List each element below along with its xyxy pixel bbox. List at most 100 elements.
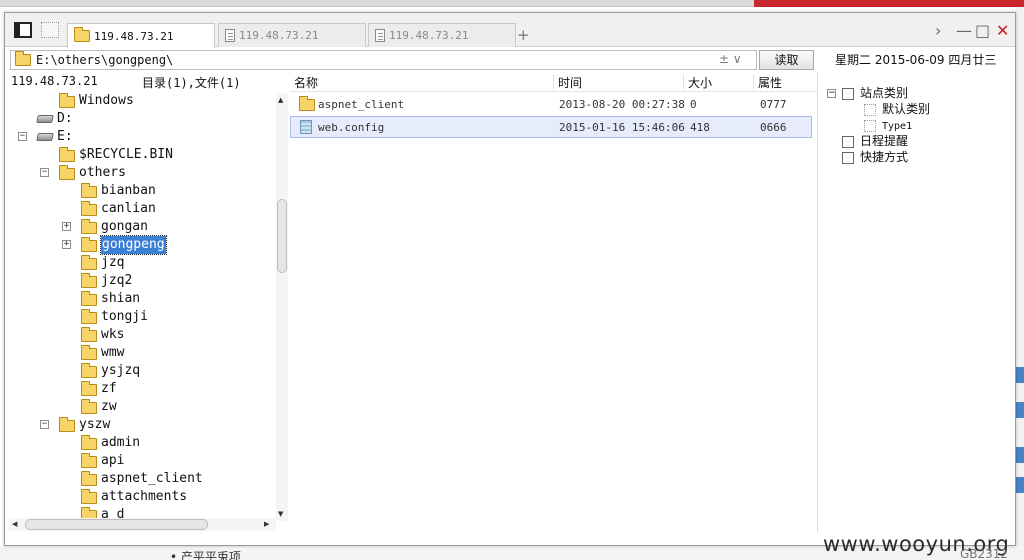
tree-item-label: admin: [101, 435, 141, 450]
tree-item-label: gongpeng: [100, 235, 167, 255]
folder-icon: [81, 237, 97, 252]
host-label: 119.48.73.21: [11, 74, 98, 88]
shortcut-icon: [842, 151, 854, 164]
file-time: 2013-08-20 00:27:38: [559, 98, 685, 111]
collapse-toggle-icon[interactable]: −: [827, 89, 836, 98]
folder-icon: [59, 165, 75, 180]
side-item-type1[interactable]: Type1: [864, 117, 912, 133]
tab-connection-3[interactable]: 119.48.73.21: [368, 23, 516, 47]
tab-connection-2[interactable]: 119.48.73.21: [218, 23, 366, 47]
tree-item-label: E:: [57, 129, 73, 144]
folder-icon: [81, 435, 97, 450]
scroll-left-icon[interactable]: ◀: [12, 520, 17, 528]
folder-icon: [15, 51, 31, 66]
tree-item-label: shian: [101, 291, 141, 306]
scroll-right-icon[interactable]: ▶: [264, 520, 269, 528]
path-text: E:\others\gongpeng\: [36, 53, 174, 67]
config-file-icon: [300, 120, 312, 134]
tab-label: 119.48.73.21: [389, 29, 469, 42]
background-link-glyph: [1016, 402, 1024, 418]
side-item-label: 日程提醒: [860, 134, 909, 148]
tree-item-label: ysjzq: [101, 363, 141, 378]
column-size[interactable]: 大小: [683, 74, 712, 90]
side-item-label: 默认类别: [882, 102, 931, 116]
drive-icon: [36, 133, 54, 141]
side-item-label: Type1: [882, 121, 913, 132]
folder-icon: [59, 147, 75, 162]
category-icon: [842, 87, 854, 100]
document-icon: [225, 29, 235, 42]
tab-label: 119.48.73.21: [94, 29, 174, 43]
grid-view-icon[interactable]: [41, 22, 59, 38]
path-input[interactable]: E:\others\gongpeng\: [10, 50, 757, 70]
scroll-up-icon[interactable]: ▲: [278, 96, 283, 104]
document-icon: [375, 29, 385, 42]
count-label: 目录(1),文件(1): [142, 76, 241, 90]
chevron-right-icon[interactable]: ›: [935, 21, 941, 40]
file-attr: 0777: [760, 98, 787, 111]
column-name[interactable]: 名称: [290, 74, 318, 90]
background-bottom-text: • 产平平兎项: [170, 550, 241, 560]
scroll-thumb[interactable]: [25, 519, 208, 530]
close-icon[interactable]: ✕: [996, 21, 1009, 40]
tree-item-label: bianban: [101, 183, 156, 198]
encoding-label: GB2312: [960, 547, 1009, 560]
item-icon: [864, 103, 876, 116]
background-link-glyph: [1016, 367, 1024, 383]
maximize-icon[interactable]: □: [975, 21, 990, 40]
tree-item-label: gongan: [101, 219, 148, 234]
folder-icon: [81, 381, 97, 396]
tree-item-label: $RECYCLE.BIN: [79, 147, 173, 162]
tree-header: 119.48.73.21 目录(1),文件(1): [11, 74, 289, 90]
file-attr: 0666: [760, 121, 787, 134]
minimize-icon[interactable]: —: [956, 21, 972, 40]
tree-horizontal-scrollbar[interactable]: ◀ ▶: [9, 518, 276, 531]
folder-icon: [59, 417, 75, 432]
schedule-icon: [842, 135, 854, 148]
expand-toggle-icon[interactable]: +: [62, 222, 71, 231]
tree-vertical-scrollbar[interactable]: ▲ ▼: [276, 93, 288, 521]
file-manager-window: 119.48.73.21 119.48.73.21 119.48.73.21 +…: [4, 12, 1016, 560]
folder-icon: [81, 471, 97, 486]
file-row[interactable]: aspnet_client 2013-08-20 00:27:38 0 0777: [290, 94, 812, 116]
side-item-shortcuts[interactable]: 快捷方式: [842, 149, 908, 165]
file-row-selected[interactable]: web.config 2015-01-16 15:46:06 418 0666: [290, 116, 812, 138]
tree-item-label: canlian: [101, 201, 156, 216]
folder-icon: [59, 93, 75, 108]
folder-icon: [81, 255, 97, 270]
side-item-schedule[interactable]: 日程提醒: [842, 133, 908, 149]
column-time[interactable]: 时间: [553, 74, 582, 90]
collapse-toggle-icon[interactable]: −: [18, 132, 27, 141]
tree-item-label: attachments: [101, 489, 188, 504]
tree-item-label: wks: [101, 327, 125, 342]
file-size: 418: [690, 121, 710, 134]
background-red-banner: [754, 0, 1024, 7]
tree-item-label: wmw: [101, 345, 125, 360]
side-item-default-category[interactable]: 默认类别: [864, 101, 930, 117]
add-tab-button[interactable]: +: [517, 26, 530, 44]
folder-icon: [81, 291, 97, 306]
tree-item-label: jzq2: [101, 273, 133, 288]
tree-item-label: jzq: [101, 255, 125, 270]
file-list-header: 名称 时间 大小 属性: [290, 72, 817, 92]
read-button[interactable]: 读取: [759, 50, 814, 70]
background-page-edge: [1016, 7, 1024, 560]
collapse-toggle-icon[interactable]: −: [40, 168, 49, 177]
column-attr[interactable]: 属性: [753, 74, 782, 90]
file-name: aspnet_client: [318, 98, 405, 111]
collapse-toggle-icon[interactable]: −: [40, 420, 49, 429]
background-link-glyph: [1016, 477, 1024, 493]
scroll-down-icon[interactable]: ▼: [278, 510, 283, 518]
path-dropdown-icon[interactable]: ± ∨: [719, 52, 742, 66]
folder-icon: [81, 363, 97, 378]
tab-connection-1[interactable]: 119.48.73.21: [67, 23, 215, 48]
file-size: 0: [690, 98, 697, 111]
scroll-thumb[interactable]: [277, 199, 287, 273]
expand-toggle-icon[interactable]: +: [62, 240, 71, 249]
tree-item-label: tongji: [101, 309, 148, 324]
toggle-panel-icon[interactable]: [14, 22, 32, 38]
tree-item-label: aspnet_client: [101, 471, 203, 486]
tab-label: 119.48.73.21: [239, 29, 319, 42]
side-item-site-categories[interactable]: − 站点类别: [827, 85, 908, 101]
folder-icon: [81, 399, 97, 414]
